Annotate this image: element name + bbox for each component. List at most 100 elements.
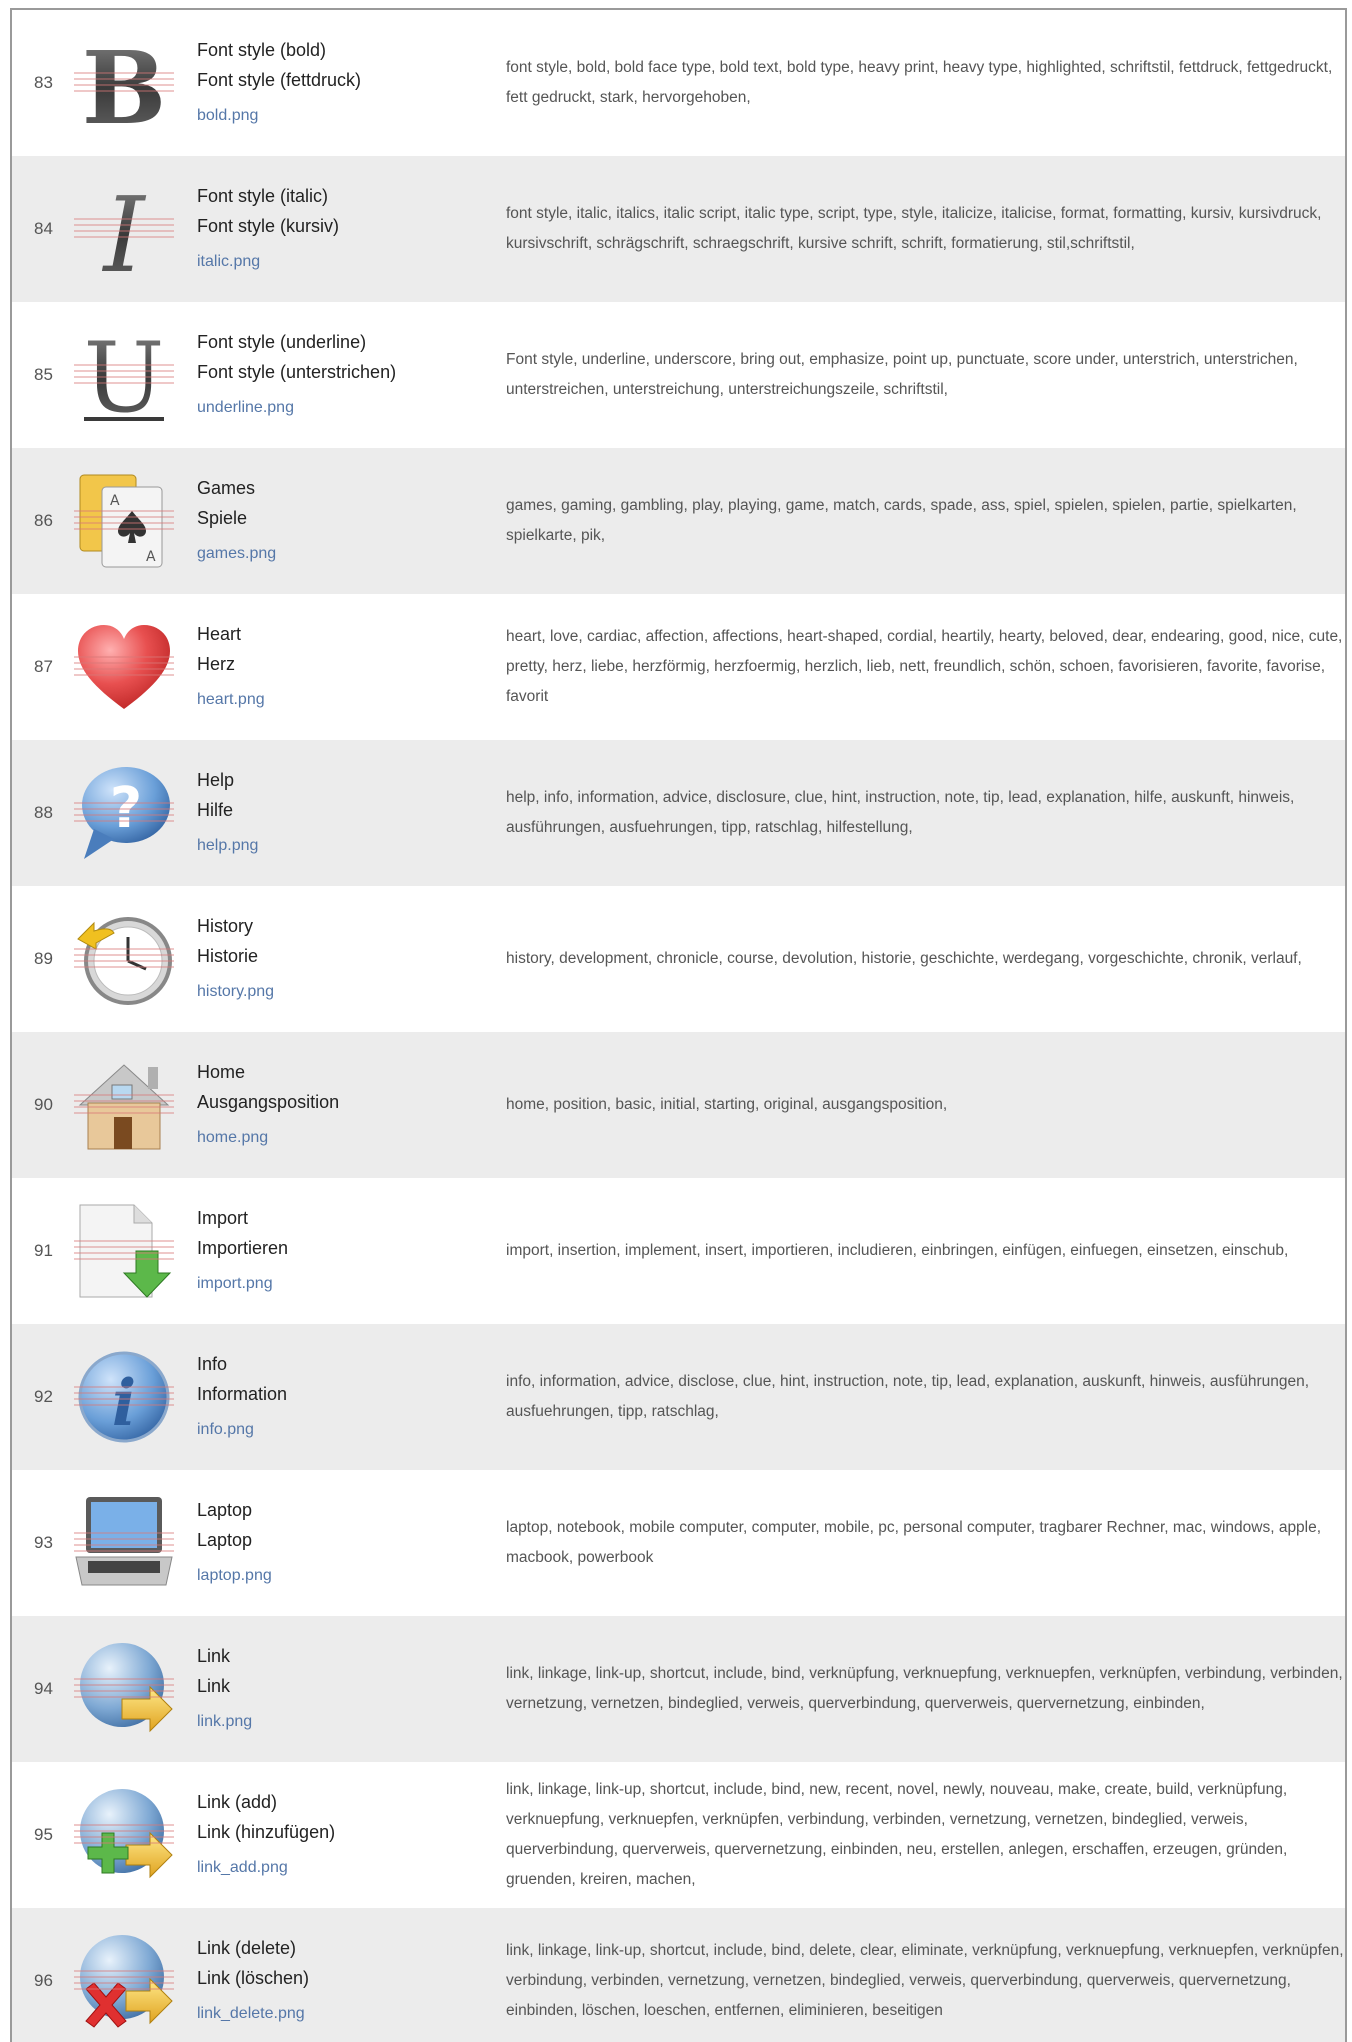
- table-row: 95 Link (add) Link (hinzufügen) link_add.pn…: [12, 1762, 1345, 1908]
- row-number: 88: [34, 803, 53, 822]
- keywords-cell: games, gaming, gambling, play, playing, …: [506, 448, 1345, 594]
- row-number: 86: [34, 511, 53, 530]
- table-row: 90 Home Ausgangsposition home.png home, posi…: [12, 1032, 1345, 1178]
- title-german: Historie: [197, 946, 259, 966]
- keywords-text: games, gaming, gambling, play, playing, …: [506, 497, 1297, 544]
- icon-titles: History Historie history.png: [197, 886, 497, 1032]
- filename-link[interactable]: help.png: [197, 831, 497, 861]
- keywords-text: history, development, chronicle, course,…: [506, 950, 1302, 967]
- title-german: Laptop: [197, 1530, 253, 1550]
- title-german: Font style (fettdruck): [197, 70, 362, 90]
- filename-link[interactable]: home.png: [197, 1123, 497, 1153]
- title-german: Font style (unterstrichen): [197, 362, 397, 382]
- title-german: Link (löschen): [197, 1968, 310, 1988]
- import-document-icon: [74, 1201, 174, 1301]
- globe-link-add-icon: [74, 1785, 174, 1885]
- playing-cards-icon: AA: [74, 471, 174, 571]
- row-number: 96: [34, 1971, 53, 1990]
- keywords-cell: heart, love, cardiac, affection, affecti…: [506, 594, 1345, 740]
- keywords-cell: history, development, chronicle, course,…: [506, 886, 1345, 1032]
- filename-link[interactable]: games.png: [197, 539, 497, 569]
- title-german: Spiele: [197, 508, 248, 528]
- row-number: 85: [34, 365, 53, 384]
- row-number: 95: [34, 1825, 53, 1844]
- filename-link[interactable]: italic.png: [197, 247, 497, 277]
- title-english: Font style (italic): [197, 186, 329, 206]
- row-number: 84: [34, 219, 53, 238]
- icon-titles: Help Hilfe help.png: [197, 740, 497, 886]
- keywords-cell: home, position, basic, initial, starting…: [506, 1032, 1345, 1178]
- filename-link[interactable]: underline.png: [197, 393, 497, 423]
- icon-titles: Font style (bold) Font style (fettdruck) b…: [197, 10, 497, 156]
- row-number: 83: [34, 73, 53, 92]
- svg-text:I: I: [101, 179, 146, 279]
- globe-link-delete-icon: [74, 1931, 174, 2031]
- keywords-cell: font style, bold, bold face type, bold t…: [506, 10, 1345, 156]
- italic-icon: I: [74, 179, 174, 279]
- keywords-cell: link, linkage, link-up, shortcut, includ…: [506, 1616, 1345, 1762]
- title-german: Font style (kursiv): [197, 216, 340, 236]
- title-english: Info: [197, 1354, 228, 1374]
- icon-titles: Games Spiele games.png: [197, 448, 497, 594]
- keywords-cell: link, linkage, link-up, shortcut, includ…: [506, 1762, 1345, 1908]
- heart-icon: [74, 617, 174, 717]
- icon-titles: Link (delete) Link (löschen) link_delete.p…: [197, 1908, 497, 2042]
- title-english: Heart: [197, 624, 242, 644]
- history-clock-icon: [74, 909, 174, 1009]
- icon-titles: Link Link link.png: [197, 1616, 497, 1762]
- icon-titles: Laptop Laptop laptop.png: [197, 1470, 497, 1616]
- house-icon: [74, 1055, 174, 1155]
- title-english: Help: [197, 770, 235, 790]
- title-german: Importieren: [197, 1238, 289, 1258]
- filename-link[interactable]: bold.png: [197, 101, 497, 131]
- filename-link[interactable]: heart.png: [197, 685, 497, 715]
- filename-link[interactable]: link_delete.png: [197, 1999, 497, 2029]
- filename-link[interactable]: laptop.png: [197, 1561, 497, 1591]
- table-row: 87 Heart Herz heart.png heart, love, cardiac…: [12, 594, 1345, 740]
- table-row: 92 i Info Information info.png info, informat…: [12, 1324, 1345, 1470]
- title-english: History: [197, 916, 254, 936]
- info-icon: i: [74, 1347, 174, 1447]
- svg-text:i: i: [112, 1366, 136, 1441]
- title-german: Herz: [197, 654, 236, 674]
- keywords-cell: laptop, notebook, mobile computer, compu…: [506, 1470, 1345, 1616]
- table-row: 93 Laptop Laptop laptop.png laptop, notebook…: [12, 1470, 1345, 1616]
- keywords-text: home, position, basic, initial, starting…: [506, 1096, 948, 1113]
- table-row: 88? Help Hilfe help.png help, info, informat…: [12, 740, 1345, 886]
- keywords-text: font style, italic, italics, italic scri…: [506, 205, 1322, 252]
- keywords-cell: help, info, information, advice, disclos…: [506, 740, 1345, 886]
- icon-titles: Font style (italic) Font style (kursiv) it…: [197, 156, 497, 302]
- keywords-text: help, info, information, advice, disclos…: [506, 789, 1295, 836]
- icon-titles: Heart Herz heart.png: [197, 594, 497, 740]
- title-english: Font style (underline): [197, 332, 367, 352]
- icon-titles: Import Importieren import.png: [197, 1178, 497, 1324]
- keywords-text: Font style, underline, underscore, bring…: [506, 351, 1298, 398]
- filename-link[interactable]: import.png: [197, 1269, 497, 1299]
- table-row: 91 Import Importieren import.png import, ins…: [12, 1178, 1345, 1324]
- title-german: Hilfe: [197, 800, 234, 820]
- row-number: 90: [34, 1095, 53, 1114]
- row-number: 93: [34, 1533, 53, 1552]
- keywords-text: info, information, advice, disclose, clu…: [506, 1373, 1310, 1420]
- row-number: 91: [34, 1241, 53, 1260]
- table-row: 94 Link Link link.png link, linkage, link-up…: [12, 1616, 1345, 1762]
- svg-text:B: B: [82, 33, 167, 133]
- icon-titles: Link (add) Link (hinzufügen) link_add.png: [197, 1762, 497, 1908]
- help-bubble-icon: ?: [74, 763, 174, 863]
- svg-text:A: A: [146, 549, 156, 565]
- table-row: 86 A A Games Spiele games.png games, gaming, g…: [12, 448, 1345, 594]
- filename-link[interactable]: info.png: [197, 1415, 497, 1445]
- keywords-text: link, linkage, link-up, shortcut, includ…: [506, 1942, 1344, 2019]
- title-english: Laptop: [197, 1500, 253, 1520]
- row-number: 87: [34, 657, 53, 676]
- title-german: Ausgangsposition: [197, 1092, 340, 1112]
- keywords-cell: link, linkage, link-up, shortcut, includ…: [506, 1908, 1345, 2042]
- globe-link-icon: [74, 1639, 174, 1739]
- keywords-text: font style, bold, bold face type, bold t…: [506, 59, 1333, 106]
- keywords-text: link, linkage, link-up, shortcut, includ…: [506, 1781, 1288, 1888]
- filename-link[interactable]: link_add.png: [197, 1853, 497, 1883]
- filename-link[interactable]: link.png: [197, 1707, 497, 1737]
- title-english: Link (delete): [197, 1938, 297, 1958]
- filename-link[interactable]: history.png: [197, 977, 497, 1007]
- icon-titles: Info Information info.png: [197, 1324, 497, 1470]
